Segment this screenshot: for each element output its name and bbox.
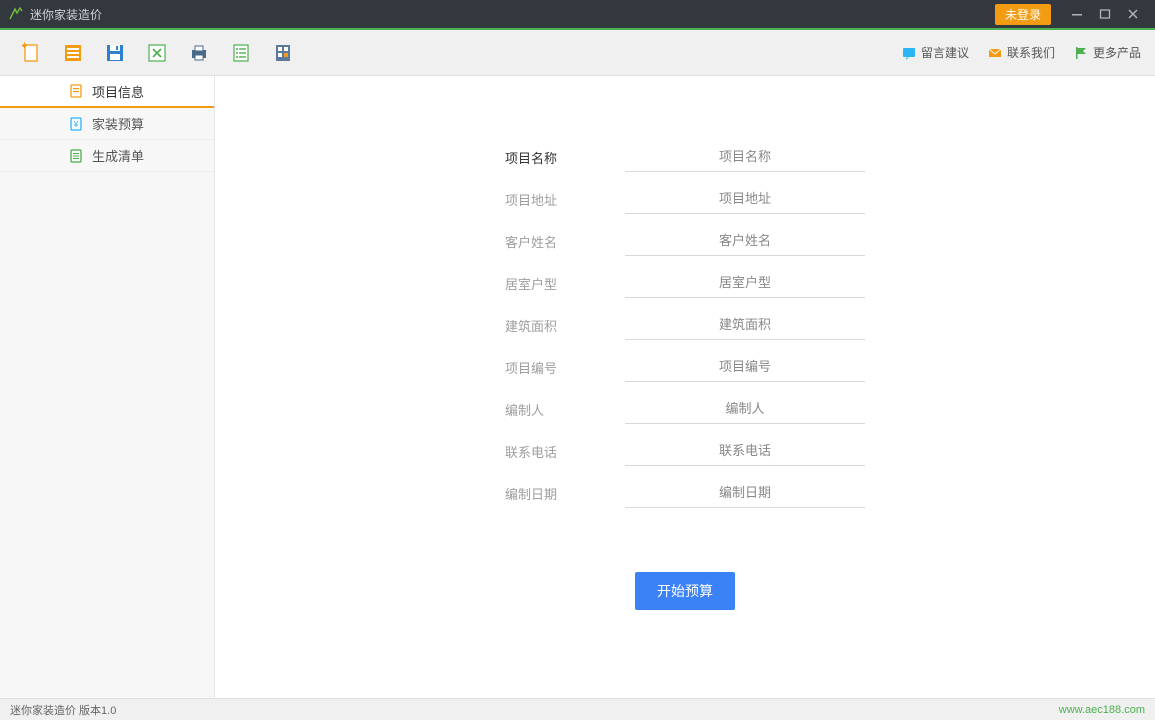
budget-icon: ¥ [68,116,84,132]
input-preparer[interactable] [625,394,865,424]
start-budget-button[interactable]: 开始预算 [635,572,735,610]
flag-icon [1073,45,1089,61]
feedback-icon [901,45,917,61]
label-project-name: 项目名称 [505,148,585,167]
close-button[interactable] [1119,0,1147,28]
form-row-project-no: 项目编号 [505,346,865,388]
generate-list-icon [68,148,84,164]
project-form: 项目名称 项目地址 客户姓名 居室户型 建筑面积 项目编号 [505,76,865,610]
save-icon [104,42,126,64]
sidebar-item-label: 生成清单 [92,146,144,165]
sidebar-item-budget[interactable]: ¥ 家装预算 [0,108,214,140]
open-folder-icon [62,42,84,64]
contact-link[interactable]: 联系我们 [987,44,1055,61]
label-date: 编制日期 [505,484,585,503]
label-project-address: 项目地址 [505,190,585,209]
excel-icon [146,42,168,64]
sidebar-item-label: 项目信息 [92,82,144,101]
label-customer-name: 客户姓名 [505,232,585,251]
label-project-no: 项目编号 [505,358,585,377]
more-products-label: 更多产品 [1093,44,1141,61]
form-row-room-type: 居室户型 [505,262,865,304]
mail-icon [987,45,1003,61]
input-project-address[interactable] [625,184,865,214]
toolbar: 留言建议 联系我们 更多产品 [0,30,1155,76]
form-row-phone: 联系电话 [505,430,865,472]
sidebar-item-project-info[interactable]: 项目信息 [0,76,214,108]
form-row-area: 建筑面积 [505,304,865,346]
feedback-link[interactable]: 留言建议 [901,44,969,61]
maximize-button[interactable] [1091,0,1119,28]
titlebar: 迷你家装造价 未登录 [0,0,1155,28]
form-row-date: 编制日期 [505,472,865,514]
input-project-no[interactable] [625,352,865,382]
more-products-link[interactable]: 更多产品 [1073,44,1141,61]
save-button[interactable] [98,36,132,70]
calculator-button[interactable] [266,36,300,70]
form-row-project-address: 项目地址 [505,178,865,220]
input-room-type[interactable] [625,268,865,298]
login-status-badge[interactable]: 未登录 [995,4,1051,25]
input-project-name[interactable] [625,142,865,172]
statusbar: 迷你家装造价 版本1.0 www.aec188.com [0,698,1155,720]
label-room-type: 居室户型 [505,274,585,293]
app-logo-icon [8,6,24,22]
app-title: 迷你家装造价 [30,6,102,23]
sidebar-item-label: 家装预算 [92,114,144,133]
form-row-project-name: 项目名称 [505,136,865,178]
new-file-icon [20,42,42,64]
print-icon [188,42,210,64]
input-area[interactable] [625,310,865,340]
label-area: 建筑面积 [505,316,585,335]
list-icon [230,42,252,64]
print-button[interactable] [182,36,216,70]
input-date[interactable] [625,478,865,508]
main-panel: 项目名称 项目地址 客户姓名 居室户型 建筑面积 项目编号 [215,76,1155,698]
label-preparer: 编制人 [505,400,585,419]
form-row-preparer: 编制人 [505,388,865,430]
calculator-icon [272,42,294,64]
project-info-icon [68,83,84,99]
form-row-customer-name: 客户姓名 [505,220,865,262]
open-folder-button[interactable] [56,36,90,70]
contact-label: 联系我们 [1007,44,1055,61]
body-area: 项目信息 ¥ 家装预算 生成清单 项目名称 项目地址 客 [0,76,1155,698]
feedback-label: 留言建议 [921,44,969,61]
export-excel-button[interactable] [140,36,174,70]
svg-text:¥: ¥ [73,120,79,129]
input-phone[interactable] [625,436,865,466]
list-button[interactable] [224,36,258,70]
status-app-version: 迷你家装造价 版本1.0 [10,702,116,718]
sidebar-item-generate[interactable]: 生成清单 [0,140,214,172]
label-phone: 联系电话 [505,442,585,461]
input-customer-name[interactable] [625,226,865,256]
status-url[interactable]: www.aec188.com [1059,704,1145,716]
minimize-button[interactable] [1063,0,1091,28]
sidebar: 项目信息 ¥ 家装预算 生成清单 [0,76,215,698]
new-file-button[interactable] [14,36,48,70]
